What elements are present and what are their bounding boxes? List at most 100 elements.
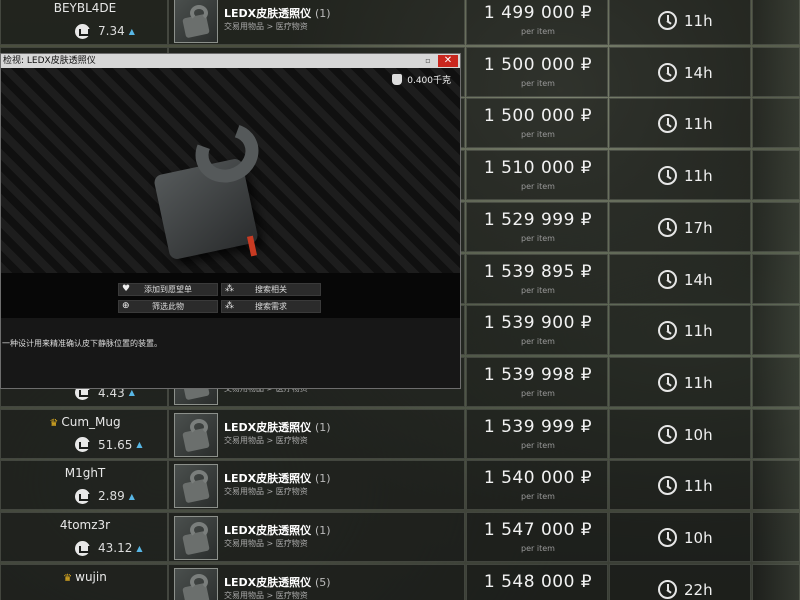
listing-row[interactable]: ♛BEYBL4DE 7.34 ▲ LEDX皮肤透照仪 (1) 交易用物品 > 医… [0,0,800,47]
per-item-label: per item [521,285,555,295]
item-cell: LEDX皮肤透照仪 (1) 交易用物品 > 医疗物资 [168,0,465,45]
seller-name[interactable]: ♛ Cum_Mug [1,415,169,429]
action-cell[interactable] [752,356,800,407]
price-cell: 1 529 999 ₽ per item [466,201,608,252]
action-cell[interactable] [752,201,800,252]
clock-icon [658,114,677,134]
search-needed-button[interactable]: ⁂ 搜索需求 [221,300,321,313]
price-value: 1 539 999 ₽ [483,416,593,437]
item-cell: LEDX皮肤透照仪 (1) 交易用物品 > 医疗物资 [168,460,465,511]
price-value: 1 539 900 ₽ [483,313,593,334]
listing-row[interactable]: ♛M1ghT 2.89 ▲ LEDX皮肤透照仪 (1) 交易用物品 > 医疗物资 [0,460,800,512]
seller-rating: 51.65 ▲ [75,437,143,453]
item-category: 交易用物品 > 医疗物资 [224,539,308,548]
price-cell: 1 540 000 ₽ per item [466,460,608,511]
item-name[interactable]: LEDX皮肤透照仪 (1) [224,522,331,538]
time-cell: 11h [609,98,751,149]
price-value: 1 547 000 ₽ [483,520,593,540]
item-name[interactable]: LEDX皮肤透照仪 (1) [224,5,331,21]
listing-row[interactable]: ♛4tomz3r 43.12 ▲ LEDX皮肤透照仪 (1) 交易用物品 > 医… [0,512,800,564]
weight-icon [392,74,403,85]
action-cell[interactable] [752,0,800,45]
close-button[interactable]: ✕ [438,55,458,67]
clock-icon [658,528,677,547]
crown-icon: ♛ [49,417,59,429]
inspect-actions: ♥ 添加到愿望单 ⁂ 搜索相关 ⊕ 筛选此物 ⁂ 搜索需求 [1,273,460,318]
seller-name[interactable]: ♛4tomz3r [1,518,169,532]
magnifier-icon: ⊕ [122,301,130,311]
inspect-titlebar[interactable]: 检视: LEDX皮肤透照仪 ▫ ✕ [1,54,460,68]
listing-row[interactable]: ♛ Cum_Mug 51.65 ▲ LEDX皮肤透照仪 (1) 交易用物品 > 医… [0,408,800,461]
price-value: 1 529 999 ₽ [483,209,593,230]
price-value: 1 548 000 ₽ [483,571,593,592]
price-cell: 1 539 900 ₽ per item [466,305,608,356]
price-cell: 1 539 999 ₽ per item [466,408,608,459]
item-thumbnail[interactable] [174,567,218,600]
listing-row[interactable]: ♛wujin ▲ LEDX皮肤透照仪 (5) 交易用物品 > 医疗物资 1 54 [0,563,800,600]
rating-badge-icon [75,437,90,453]
rating-badge-icon [75,23,90,39]
weight-value: 0.400千克 [407,76,451,86]
crown-icon: ♛ [63,572,73,584]
per-item-label: per item [521,182,555,192]
seller-name[interactable]: ♛M1ghT [1,466,169,480]
price-cell: 1 500 000 ₽ per item [466,46,608,97]
clock-icon [658,579,677,599]
filter-item-button[interactable]: ⊕ 筛选此物 [118,300,218,313]
time-cell: 14h [609,46,751,97]
item-name[interactable]: LEDX皮肤透照仪 (5) [224,574,331,590]
action-cell[interactable] [752,563,800,600]
nodes-icon: ⁂ [225,301,234,311]
time-remaining: 14h [684,270,713,289]
action-cell[interactable] [752,46,800,97]
item-cell: LEDX皮肤透照仪 (5) 交易用物品 > 医疗物资 [168,563,465,600]
per-item-label: per item [521,78,555,88]
item-name[interactable]: LEDX皮肤透照仪 (1) [224,470,331,486]
item-thumbnail[interactable] [174,412,218,457]
per-item-label: per item [521,130,555,140]
time-cell: 14h [609,253,751,304]
rating-up-icon: ▲ [136,440,143,450]
clock-icon [658,166,677,186]
per-item-label: per item [521,233,555,243]
action-cell[interactable] [752,253,800,304]
rating-badge-icon [75,488,90,504]
time-remaining: 14h [684,63,713,82]
nodes-icon: ⁂ [225,284,234,294]
item-thumbnail[interactable] [174,0,218,43]
price-value: 1 539 998 ₽ [483,364,593,385]
clock-icon [658,269,677,289]
item-thumbnail[interactable] [174,516,218,560]
clock-icon [658,321,677,341]
seller-name[interactable]: ♛ wujin [1,570,169,584]
price-value: 1 540 000 ₽ [483,468,593,489]
item-name[interactable]: LEDX皮肤透照仪 (1) [224,419,331,435]
item-preview[interactable]: 0.400千克 [1,68,460,273]
rating-value: 2.89 [98,489,125,504]
seller-cell: ♛BEYBL4DE 7.34 ▲ [0,0,168,45]
time-cell: 11h [609,0,751,45]
action-cell[interactable] [752,98,800,149]
minimize-icon[interactable]: ▫ [422,54,434,68]
action-cell[interactable] [752,305,800,356]
add-to-wishlist-button[interactable]: ♥ 添加到愿望单 [118,283,218,296]
action-cell[interactable] [752,460,800,511]
time-remaining: 10h [684,425,713,444]
action-cell[interactable] [752,408,800,459]
item-thumbnail[interactable] [174,464,218,509]
rating-up-icon: ▲ [128,388,135,398]
time-cell: 22h [609,563,751,600]
time-cell: 11h [609,150,751,201]
clock-icon [658,217,677,237]
action-cell[interactable] [752,150,800,201]
time-remaining: 17h [684,218,713,237]
item-count: (1) [314,524,331,537]
search-related-button[interactable]: ⁂ 搜索相关 [221,283,321,296]
item-description: 一种设计用来精准确认皮下静脉位置的装置。 [1,318,460,388]
item-category: 交易用物品 > 医疗物资 [224,487,308,497]
price-value: 1 539 895 ₽ [483,261,593,282]
action-cell[interactable] [752,512,800,562]
item-cell: LEDX皮肤透照仪 (1) 交易用物品 > 医疗物资 [168,408,465,459]
price-cell: 1 548 000 ₽ [466,563,608,600]
seller-name[interactable]: ♛BEYBL4DE [1,1,169,15]
